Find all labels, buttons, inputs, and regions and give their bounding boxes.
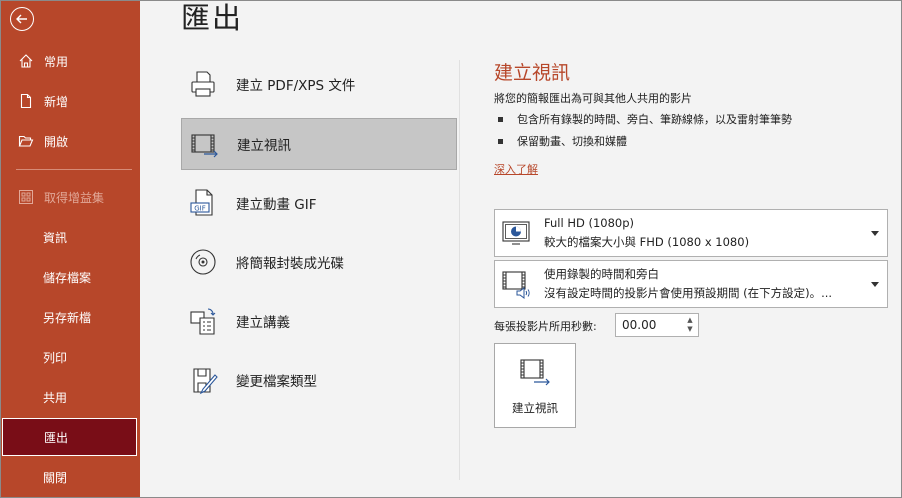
quality-dropdown[interactable]: Full HD (1080p) 較大的檔案大小與 FHD (1080 x 108… — [494, 209, 888, 257]
nav-save-as-label: 另存新檔 — [43, 310, 92, 325]
detail-bullet: 包含所有錄製的時間、旁白、筆跡線條，以及雷射筆筆勢 — [498, 111, 792, 127]
video-film-icon — [520, 359, 550, 386]
option-label: 將簡報封裝成光碟 — [236, 256, 344, 272]
option-label: 變更檔案類型 — [236, 374, 317, 390]
video-narration-icon — [502, 271, 530, 299]
monitor-quality-icon — [502, 221, 530, 245]
timing-main-text: 使用錄製的時間和旁白 — [544, 267, 659, 281]
option-package-cd[interactable]: 將簡報封裝成光碟 — [181, 236, 457, 288]
learn-more-link[interactable]: 深入了解 — [494, 161, 538, 177]
option-create-pdf-xps[interactable]: 建立 PDF/XPS 文件 — [181, 58, 457, 110]
nav-open-label: 開啟 — [44, 134, 69, 149]
option-create-handouts[interactable]: 建立講義 — [181, 295, 457, 347]
nav-new-label: 新增 — [44, 94, 69, 109]
nav-get-addins-label: 取得增益集 — [44, 190, 105, 205]
option-create-video[interactable]: 建立視訊 — [181, 118, 457, 170]
detail-bullet: 保留動畫、切換和媒體 — [498, 133, 627, 149]
timing-dropdown[interactable]: 使用錄製的時間和旁白 沒有設定時間的投影片會使用預設期間 (在下方設定)。... — [494, 260, 888, 308]
option-label: 建立 PDF/XPS 文件 — [236, 78, 356, 94]
sidebar-divider — [16, 169, 132, 170]
nav-save-label: 儲存檔案 — [43, 270, 92, 285]
nav-home[interactable]: 常用 — [0, 42, 140, 80]
chevron-down-icon — [871, 230, 879, 236]
quality-main-text: Full HD (1080p) — [544, 216, 635, 230]
spin-arrows-icon[interactable]: ▲ ▼ — [686, 316, 694, 334]
back-arrow-icon — [16, 14, 27, 24]
create-video-button[interactable]: 建立視訊 — [494, 343, 576, 428]
option-label: 建立動畫 GIF — [236, 197, 317, 213]
bullet-text: 保留動畫、切換和媒體 — [517, 135, 627, 148]
home-icon — [19, 54, 33, 68]
handouts-icon — [190, 308, 216, 335]
nav-get-addins: 取得增益集 — [0, 178, 140, 216]
detail-description: 將您的簡報匯出為可與其他人共用的影片 — [494, 92, 692, 105]
detail-title: 建立視訊 — [494, 62, 571, 84]
nav-share-label: 共用 — [43, 390, 68, 405]
bullet-text: 包含所有錄製的時間、旁白、筆跡線條，以及雷射筆筆勢 — [517, 113, 792, 126]
page-title: 匯出 — [181, 1, 244, 35]
option-change-file-type[interactable]: 變更檔案類型 — [181, 354, 457, 406]
pdf-printer-icon — [191, 71, 215, 97]
backstage-sidebar: 常用 新增 開啟 取得增益集 資訊 儲存檔案 另存新檔 列印 共用 匯出 關閉 — [0, 0, 140, 498]
folder-open-icon — [18, 135, 34, 147]
timing-sub-text: 沒有設定時間的投影片會使用預設期間 (在下方設定)。... — [544, 286, 833, 300]
new-document-icon — [20, 93, 32, 109]
option-label: 建立講義 — [236, 315, 290, 331]
nav-new[interactable]: 新增 — [0, 82, 140, 120]
quality-sub-text: 較大的檔案大小與 FHD (1080 x 1080) — [544, 235, 750, 249]
change-file-type-icon — [193, 368, 218, 395]
chevron-down-icon — [871, 281, 879, 287]
nav-close-label: 關閉 — [43, 470, 68, 485]
video-film-icon — [191, 134, 218, 158]
nav-export[interactable]: 匯出 — [2, 418, 137, 456]
svg-text:GIF: GIF — [194, 205, 206, 213]
nav-save-as[interactable]: 另存新檔 — [0, 298, 140, 336]
option-label: 建立視訊 — [237, 138, 291, 154]
nav-info-label: 資訊 — [43, 230, 68, 245]
nav-open[interactable]: 開啟 — [0, 122, 140, 160]
nav-close[interactable]: 關閉 — [0, 458, 140, 496]
addins-grid-icon — [19, 190, 33, 204]
seconds-value: 00.00 — [622, 318, 657, 332]
option-create-gif[interactable]: GIF 建立動畫 GIF — [181, 177, 457, 229]
nav-print[interactable]: 列印 — [0, 338, 140, 376]
nav-home-label: 常用 — [44, 54, 69, 69]
nav-info[interactable]: 資訊 — [0, 218, 140, 256]
nav-save[interactable]: 儲存檔案 — [0, 258, 140, 296]
nav-share[interactable]: 共用 — [0, 378, 140, 416]
seconds-per-slide-input[interactable]: 00.00 ▲ ▼ — [615, 313, 699, 337]
back-button[interactable] — [10, 7, 34, 31]
nav-print-label: 列印 — [43, 350, 68, 365]
bullet-dot — [498, 138, 503, 144]
seconds-per-slide-label: 每張投影片所用秒數: — [494, 320, 597, 333]
bullet-dot — [498, 116, 503, 122]
cd-disc-icon — [190, 249, 216, 275]
nav-export-label: 匯出 — [44, 430, 69, 445]
create-video-button-label: 建立視訊 — [512, 401, 558, 415]
gif-file-icon: GIF — [190, 189, 213, 216]
pane-divider — [459, 60, 460, 480]
